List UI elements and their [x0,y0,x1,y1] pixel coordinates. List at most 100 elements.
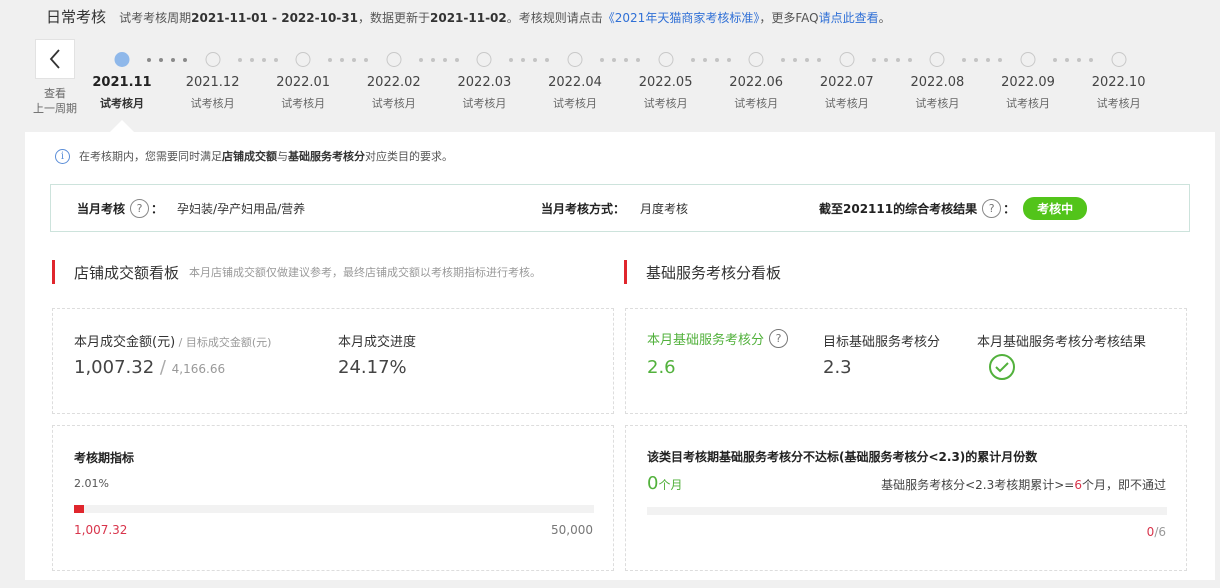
requirement-tip: i 在考核期内，您需要同时满足 店铺成交额与基础服务考核分 对应类目的要求。 [55,148,453,164]
check-circle-icon [989,354,1015,380]
timeline-dot[interactable] [114,52,130,67]
timeline-month[interactable]: 2022.06 [716,75,796,90]
timeline-connector-dot [962,58,967,62]
timeline-connector-dot [340,58,345,62]
help-question-icon[interactable]: ? [769,329,789,348]
timeline-connector-dot [612,58,616,62]
timeline-month[interactable]: 2022.08 [897,75,977,90]
timeline-connector-dot [726,58,731,62]
timeline-connector-dot [249,58,254,62]
timeline-connector-dot [974,58,979,62]
timeline-dot[interactable] [658,52,674,67]
timeline-month-status: 试考核月 [824,97,869,110]
fail-ratio: 0/6 [1146,525,1166,539]
update-date: 2021-11-02 [430,11,507,25]
timeline-dot[interactable] [205,52,221,67]
prev-period-label[interactable]: 查看 上一周期 [28,86,82,116]
timeline-connector-dot [690,58,695,62]
timeline-connector-dot [793,58,798,62]
timeline-month-status: 试考核月 [553,97,597,110]
timeline-connector-dot [883,58,888,62]
timeline-dot[interactable] [1111,52,1127,67]
timeline-month[interactable]: 2022.09 [988,75,1068,90]
timeline-connector-dot [805,58,810,62]
status-badge: 考核中 [1023,196,1088,220]
timeline-month[interactable]: 2022.10 [1079,75,1159,90]
indicator-card: 考核期指标 2.01% 1,007.32 50,000 [52,425,614,571]
period-range: 2021-11-01 - 2022-10-31 [191,11,358,25]
help-question-icon[interactable]: ? [982,198,1002,218]
month-timeline: 2021.11 试考核月 2021.12 试考核月 2022.01 试考核月 2022.02… [76,48,1216,132]
fail-months-card: 该类目考核期基础服务考核分不达标(基础服务考核分<2.3)的累计月份数 0个月 … [625,425,1187,571]
timeline-connector-dot [418,58,423,62]
faq-link[interactable]: 请点此查看 [819,11,879,25]
timeline-dot[interactable] [476,52,492,67]
timeline-connector-dot [430,58,435,62]
service-section-header: 基础服务考核分看板 [624,258,781,286]
timeline-month[interactable]: 2022.03 [444,75,524,90]
section-title: 店铺成交额看板 [74,263,180,282]
timeline-dot[interactable] [567,52,583,67]
timeline-month-status: 试考核月 [915,97,960,110]
rule-link[interactable]: 《2021年天猫商家考核标准》 [603,11,760,25]
timeline-month[interactable]: 2021.11 [82,75,162,90]
timeline-connector-dot [998,58,1003,62]
timeline-connector-dot [895,58,900,62]
timeline-month-status: 试考核月 [100,97,144,110]
indicator-progress-fill [74,505,85,513]
timeline-connector-dot [521,58,526,62]
timeline-month[interactable]: 2022.07 [807,75,887,90]
overall-result: 截至202111的综合考核结果 ? ： 考核中 [819,185,1088,231]
target-score-value: 2.3 [823,357,852,378]
timeline-dot[interactable] [839,52,855,67]
timeline-connector-dot [1053,58,1057,62]
timeline-connector-dot [1089,58,1093,62]
method-value: 月度考核 [640,201,689,216]
timeline-connector-dot [171,58,175,62]
timeline-connector-dot [714,58,719,62]
timeline-month-status: 试考核月 [643,97,688,110]
timeline-month-status: 试考核月 [734,97,779,110]
timeline-connector-dot [352,58,357,62]
assessment-method: 当月考核方式： 月度考核 [541,201,689,216]
timeline-month-status: 试考核月 [190,97,235,110]
indicator-percent: 2.01% [74,477,109,490]
timeline-month[interactable]: 2022.01 [263,75,343,90]
timeline-dot[interactable] [1020,52,1036,67]
page-title: 日常考核 [46,8,107,26]
timeline-connector-dot [600,58,604,62]
indicator-progress-bar [74,505,594,513]
fail-rule: 基础服务考核分<2.3考核期累计>=6个月，即不通过 [881,478,1166,492]
timeline-connector-dot [442,58,447,62]
timeline-connector-dot [509,58,514,62]
timeline-connector-dot [147,58,151,62]
timeline-month[interactable]: 2022.05 [626,75,706,90]
period-header: 日常考核 试考考核周期2021-11-01 - 2022-10-31，数据更新于… [0,0,1220,132]
assessment-summary: 当月考核 ? ： 孕妇装/孕产妇用品/营养 当月考核方式： 月度考核 截至202… [50,184,1190,232]
timeline-connector-dot [636,58,640,62]
timeline-connector-dot [817,58,822,62]
help-question-icon[interactable]: ? [130,198,150,218]
timeline-connector-dot [533,58,538,62]
timeline-dot[interactable] [929,52,945,67]
timeline-month[interactable]: 2022.02 [354,75,434,90]
timeline-connector-dot [702,58,707,62]
chevron-left-icon [49,49,60,69]
indicator-current: 1,007.32 [74,523,128,537]
timeline-connector-dot [183,58,187,62]
shop-amount-card: 本月成交金额(元) / 目标成交金额(元) 1,007.32 / 4,166.6… [52,308,614,414]
prev-period-button[interactable] [35,39,75,79]
timeline-dot[interactable] [295,52,311,67]
timeline-connector-dot [624,58,628,62]
period-info: 试考考核周期2021-11-01 - 2022-10-31，数据更新于2021-… [119,11,891,25]
timeline-dot[interactable] [386,52,402,67]
timeline-month[interactable]: 2022.04 [535,75,615,90]
active-month-caret [110,120,134,132]
timeline-connector-dot [907,58,912,62]
section-note: 本月店铺成交额仅做建议参考，最终店铺成交额以考核期指标进行考核。 [189,266,542,279]
timeline-month-status: 试考核月 [1096,97,1141,110]
timeline-dot[interactable] [748,52,764,67]
timeline-month[interactable]: 2021.12 [173,75,253,90]
timeline-connector-dot [871,58,876,62]
service-score-card: 本月基础服务考核分 ? 2.6 目标基础服务考核分 2.3 本月基础服务考核分考… [625,308,1187,414]
